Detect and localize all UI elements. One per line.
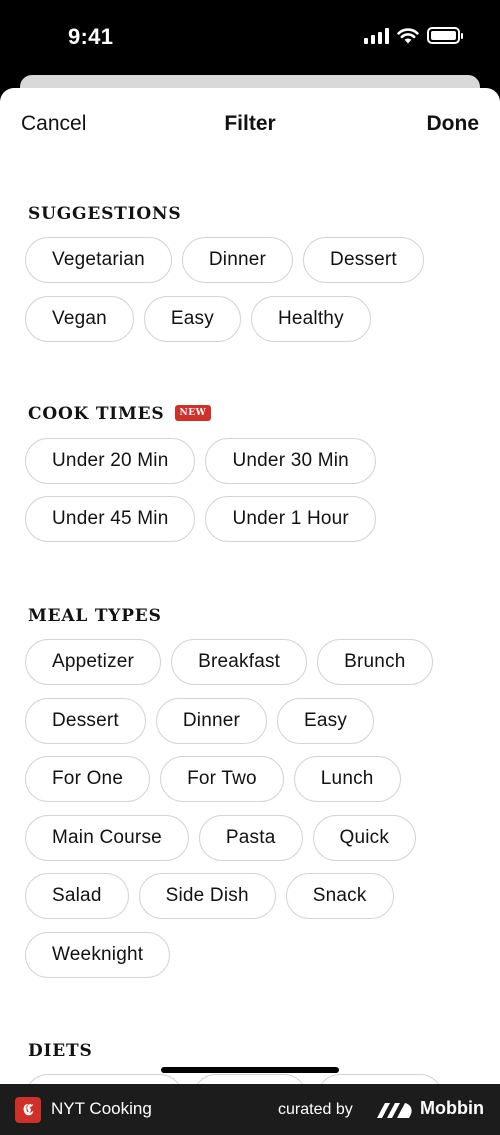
status-icons	[364, 27, 463, 44]
wifi-icon	[397, 27, 419, 43]
section-title-cook-times: COOK TIMES NEW	[28, 404, 212, 424]
chip-row: Appetizer Breakfast Brunch	[25, 639, 433, 685]
chip-breakfast[interactable]: Breakfast	[171, 639, 308, 685]
status-time: 9:41	[68, 24, 114, 49]
chip-easy[interactable]: Easy	[277, 698, 375, 744]
chip-row: Vegan Easy Healthy	[25, 296, 371, 342]
chip-partial[interactable]	[25, 1074, 183, 1084]
status-bar: 9:41	[0, 0, 500, 75]
battery-icon	[427, 27, 463, 44]
chip-brunch[interactable]: Brunch	[317, 639, 433, 685]
chip-under-20-min[interactable]: Under 20 Min	[25, 438, 196, 484]
nyt-cooking-logo-icon: 𝕮	[15, 1097, 41, 1123]
chip-appetizer[interactable]: Appetizer	[25, 639, 162, 685]
section-title-meal-types: MEAL TYPES	[28, 606, 162, 626]
cellular-signal-icon	[364, 27, 389, 44]
done-button[interactable]: Done	[427, 112, 480, 136]
nav-bar: Cancel Filter Done	[0, 88, 500, 160]
chip-row-partial	[25, 1074, 443, 1084]
chip-row: Main Course Pasta Quick	[25, 815, 417, 861]
chip-partial[interactable]	[317, 1074, 443, 1084]
chip-row: Weeknight	[25, 932, 171, 978]
mobbin-logo-icon	[377, 1103, 412, 1118]
chip-under-30-min[interactable]: Under 30 Min	[205, 438, 376, 484]
chip-lunch[interactable]: Lunch	[293, 756, 401, 802]
chip-partial[interactable]	[193, 1074, 307, 1084]
chip-row: Under 20 Min Under 30 Min	[25, 438, 376, 484]
chip-row: Dessert Dinner Easy	[25, 698, 375, 744]
chip-quick[interactable]: Quick	[312, 815, 417, 861]
chip-dinner[interactable]: Dinner	[155, 698, 268, 744]
chip-for-one[interactable]: For One	[25, 756, 151, 802]
footer-bar: 𝕮 NYT Cooking curated by Mobbin	[0, 1084, 500, 1135]
chip-row: Under 45 Min Under 1 Hour	[25, 496, 376, 542]
app-name: NYT Cooking	[51, 1099, 152, 1118]
mobbin-brand: Mobbin	[420, 1098, 484, 1118]
chip-easy[interactable]: Easy	[143, 296, 241, 342]
chip-dinner[interactable]: Dinner	[181, 237, 294, 283]
new-badge: NEW	[174, 405, 212, 421]
chip-for-two[interactable]: For Two	[160, 756, 284, 802]
chip-under-45-min[interactable]: Under 45 Min	[25, 496, 196, 542]
chip-vegan[interactable]: Vegan	[25, 296, 134, 342]
chip-row: Vegetarian Dinner Dessert	[25, 237, 424, 283]
home-indicator	[161, 1067, 339, 1073]
chip-dessert[interactable]: Dessert	[303, 237, 424, 283]
chip-snack[interactable]: Snack	[285, 873, 394, 919]
section-title-suggestions: SUGGESTIONS	[28, 204, 182, 224]
chip-row: Salad Side Dish Snack	[25, 873, 394, 919]
chip-dessert[interactable]: Dessert	[25, 698, 146, 744]
filter-sheet: Cancel Filter Done SUGGESTIONS Vegetaria…	[0, 88, 500, 1084]
chip-main-course[interactable]: Main Course	[25, 815, 189, 861]
chip-side-dish[interactable]: Side Dish	[138, 873, 276, 919]
section-title-text: COOK TIMES	[28, 404, 165, 424]
chip-under-1-hour[interactable]: Under 1 Hour	[205, 496, 376, 542]
section-title-diets: DIETS	[28, 1041, 93, 1061]
chip-healthy[interactable]: Healthy	[250, 296, 371, 342]
cancel-button[interactable]: Cancel	[21, 112, 86, 136]
chip-weeknight[interactable]: Weeknight	[25, 932, 171, 978]
chip-pasta[interactable]: Pasta	[198, 815, 303, 861]
curated-by-text: curated by	[278, 1101, 353, 1118]
chip-salad[interactable]: Salad	[25, 873, 129, 919]
chip-vegetarian[interactable]: Vegetarian	[25, 237, 172, 283]
chip-row: For One For Two Lunch	[25, 756, 401, 802]
